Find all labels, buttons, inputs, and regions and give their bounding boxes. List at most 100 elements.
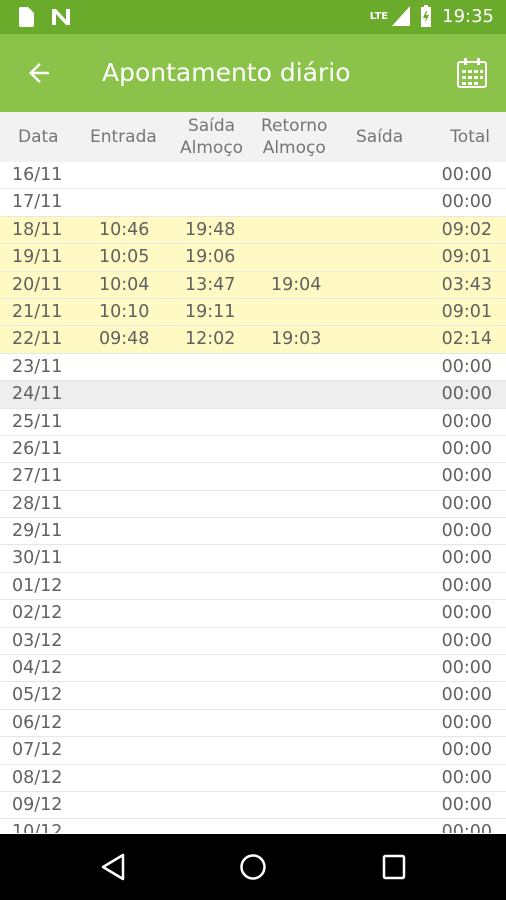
cell-date: 18/11: [12, 219, 63, 240]
cell-total: 00:00: [441, 192, 492, 213]
calendar-icon[interactable]: [456, 57, 488, 89]
cell-retorno-almoco: 19:03: [271, 329, 322, 350]
table-row[interactable]: 16/11 00:00: [0, 162, 506, 190]
header-saida-almoco-line2: Almoço: [180, 138, 244, 158]
cell-total: 00:00: [441, 438, 492, 459]
table-row[interactable]: 22/11 09:48 12:02 19:03 02:14: [0, 326, 506, 354]
cell-total: 00:00: [441, 740, 492, 761]
cell-entrada: 09:48: [99, 329, 150, 350]
table-row[interactable]: 03/12 00:00: [0, 628, 506, 656]
status-time: 19:35: [442, 5, 494, 27]
cell-date: 29/11: [12, 521, 63, 542]
cell-total: 00:00: [441, 767, 492, 788]
status-bar: LTE 19:35: [0, 0, 506, 34]
cell-saida-almoco: 19:06: [185, 247, 236, 268]
cell-date: 20/11: [12, 274, 63, 295]
header-saida-almoco-line1: Saída: [187, 116, 236, 136]
table-row[interactable]: 01/12 00:00: [0, 573, 506, 601]
cell-date: 24/11: [12, 384, 63, 405]
cell-total: 02:14: [441, 329, 492, 350]
cell-total: 00:00: [441, 685, 492, 706]
cell-total: 00:00: [441, 521, 492, 542]
table-header: Data Entrada Saída Almoço Retorno Almoço…: [0, 112, 506, 162]
table-row[interactable]: 08/12 00:00: [0, 765, 506, 792]
table-row[interactable]: 06/12 00:00: [0, 710, 506, 738]
cell-retorno-almoco: 19:04: [271, 274, 322, 295]
table-row[interactable]: 02/12 00:00: [0, 600, 506, 628]
cell-total: 00:00: [441, 822, 492, 833]
nav-home-icon[interactable]: [239, 853, 267, 881]
page-title: Apontamento diário: [102, 58, 351, 87]
table-row[interactable]: 07/12 00:00: [0, 737, 506, 765]
cell-total: 00:00: [441, 411, 492, 432]
cell-total: 09:01: [441, 247, 492, 268]
cell-total: 00:00: [441, 384, 492, 405]
nav-recents-icon[interactable]: [381, 853, 407, 881]
cell-total: 00:00: [441, 603, 492, 624]
table-row[interactable]: 27/11 00:00: [0, 463, 506, 491]
table-row[interactable]: 21/11 10:10 19:11 09:01: [0, 298, 506, 327]
cell-date: 06/12: [12, 712, 63, 733]
cell-date: 19/11: [12, 247, 63, 268]
back-arrow-icon[interactable]: [24, 58, 54, 88]
table-row[interactable]: 17/11 00:00: [0, 189, 506, 217]
table-row[interactable]: 10/12 00:00: [0, 819, 506, 833]
header-retorno-almoco: Retorno Almoço: [261, 115, 327, 159]
table-row[interactable]: 20/11 10:04 13:47 19:04 03:43: [0, 271, 506, 299]
cell-date: 01/12: [12, 575, 63, 596]
nav-back-icon[interactable]: [100, 853, 126, 881]
table-row[interactable]: 26/11 00:00: [0, 436, 506, 464]
header-total: Total: [450, 127, 490, 147]
table-row[interactable]: 04/12 00:00: [0, 655, 506, 683]
header-retorno-almoco-line1: Retorno: [261, 116, 328, 136]
cell-date: 21/11: [12, 301, 63, 322]
cell-saida-almoco: 19:11: [185, 301, 236, 322]
cell-entrada: 10:05: [99, 247, 150, 268]
cell-date: 26/11: [12, 438, 63, 459]
table-row[interactable]: 09/12 00:00: [0, 792, 506, 820]
cell-date: 08/12: [12, 767, 63, 788]
system-nav-bar: [0, 834, 506, 900]
cell-saida-almoco: 19:48: [185, 219, 236, 240]
cell-entrada: 10:10: [99, 301, 150, 322]
cell-date: 09/12: [12, 794, 63, 815]
sim-icon: [19, 7, 34, 27]
table-row[interactable]: 19/11 10:05 19:06 09:01: [0, 244, 506, 272]
table-row[interactable]: 18/11 10:46 19:48 09:02: [0, 216, 506, 245]
cell-date: 25/11: [12, 411, 63, 432]
header-entrada: Entrada: [90, 127, 157, 147]
cell-total: 00:00: [441, 548, 492, 569]
table-row[interactable]: 28/11 00:00: [0, 491, 506, 519]
battery-icon: [421, 5, 432, 27]
table-row[interactable]: 23/11 00:00: [0, 354, 506, 382]
cell-date: 16/11: [12, 165, 63, 185]
cell-total: 00:00: [441, 575, 492, 596]
cell-date: 05/12: [12, 685, 63, 706]
n-notification-icon: [52, 9, 70, 25]
signal-icon: [392, 6, 411, 26]
table-row[interactable]: 05/12 00:00: [0, 682, 506, 710]
cell-date: 27/11: [12, 466, 63, 487]
cell-date: 07/12: [12, 740, 63, 761]
header-saida: Saída: [356, 127, 404, 147]
cell-total: 00:00: [441, 630, 492, 651]
cell-date: 30/11: [12, 548, 63, 569]
cell-date: 17/11: [12, 192, 63, 213]
cell-total: 00:00: [441, 493, 492, 514]
cell-saida-almoco: 13:47: [185, 274, 236, 295]
cell-total: 00:00: [441, 794, 492, 815]
table-row[interactable]: 30/11 00:00: [0, 545, 506, 573]
table-row[interactable]: 25/11 00:00: [0, 409, 506, 436]
timesheet-list[interactable]: 16/11 00:00 17/11 00:00 18/11 10:46 19:48 09:02…: [0, 162, 506, 833]
cell-date: 03/12: [12, 630, 63, 651]
cell-total: 09:02: [441, 219, 492, 240]
lte-icon: LTE: [369, 10, 389, 22]
table-row[interactable]: 29/11 00:00: [0, 518, 506, 546]
cell-date: 28/11: [12, 493, 63, 514]
cell-entrada: 10:04: [99, 274, 150, 295]
header-retorno-almoco-line2: Almoço: [262, 138, 326, 158]
cell-total: 09:01: [441, 301, 492, 322]
cell-total: 00:00: [441, 356, 492, 377]
table-row[interactable]: 24/11 00:00: [0, 381, 506, 409]
cell-entrada: 10:46: [99, 219, 150, 240]
